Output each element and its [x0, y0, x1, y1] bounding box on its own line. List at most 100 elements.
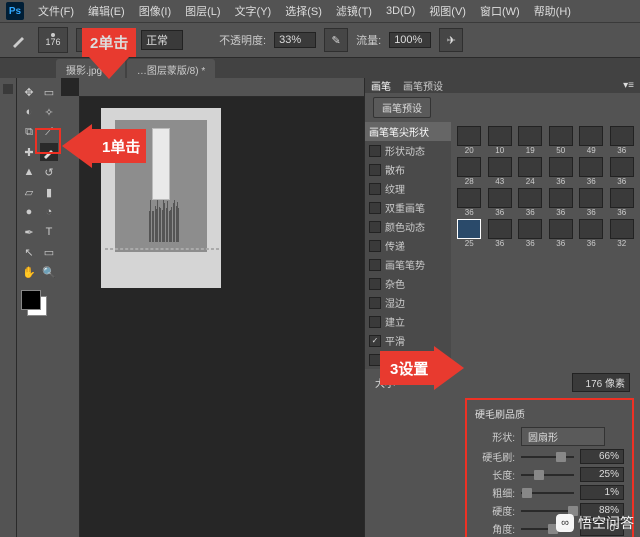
bristle-slider[interactable] — [521, 487, 574, 499]
brush-option-checkbox[interactable] — [369, 145, 381, 157]
dodge-tool[interactable]: ◔ — [40, 203, 58, 221]
brush-option-8[interactable]: 湿边 — [365, 293, 451, 312]
brush-tip[interactable]: 24 — [516, 157, 545, 186]
brush-tip-grid[interactable]: 2010195049362843243636363636363636362536… — [451, 122, 640, 369]
brush-tip[interactable]: 36 — [608, 188, 637, 217]
brush-tip[interactable]: 36 — [577, 219, 606, 248]
bristle-value[interactable]: 1% — [580, 485, 624, 500]
brush-tip[interactable]: 10 — [486, 126, 515, 155]
brush-option-checkbox[interactable] — [369, 316, 381, 328]
hand-tool[interactable]: ✋ — [20, 263, 38, 281]
brush-option-5[interactable]: 传递 — [365, 236, 451, 255]
zoom-tool[interactable]: 🔍 — [40, 263, 58, 281]
collapsed-panel-icon[interactable] — [3, 84, 13, 94]
brush-tip-shape-item[interactable]: 画笔笔尖形状 — [365, 122, 451, 141]
menu-3d[interactable]: 3D(D) — [380, 3, 421, 19]
blur-tool[interactable]: ● — [20, 203, 38, 221]
brush-option-9[interactable]: 建立 — [365, 312, 451, 331]
menu-layer[interactable]: 图层(L) — [179, 1, 226, 21]
menu-filter[interactable]: 滤镜(T) — [330, 1, 378, 21]
lasso-tool[interactable]: ◐ — [20, 103, 38, 121]
brush-option-checkbox[interactable] — [369, 259, 381, 271]
brush-tip[interactable]: 36 — [577, 188, 606, 217]
gradient-tool[interactable]: ▮ — [40, 183, 58, 201]
bristle-slider[interactable] — [521, 469, 574, 481]
brush-tip[interactable]: 19 — [516, 126, 545, 155]
brush-tip[interactable]: 36 — [547, 157, 576, 186]
brush-tip[interactable]: 36 — [486, 188, 515, 217]
brush-panel: 画笔 画笔预设 ▾≡ 画笔预设 画笔笔尖形状 形状动态散布纹理双重画笔颜色动态传… — [364, 78, 640, 537]
flow-value[interactable]: 100% — [389, 32, 431, 48]
brush-option-checkbox[interactable] — [369, 164, 381, 176]
app-logo: Ps — [6, 2, 24, 20]
brush-option-3[interactable]: 双重画笔 — [365, 198, 451, 217]
menu-view[interactable]: 视图(V) — [423, 1, 472, 21]
menu-window[interactable]: 窗口(W) — [474, 1, 526, 21]
menu-file[interactable]: 文件(F) — [32, 1, 80, 21]
brush-tip[interactable]: 50 — [547, 126, 576, 155]
brush-tip[interactable]: 43 — [486, 157, 515, 186]
pen-tool[interactable]: ✒ — [20, 223, 38, 241]
brush-option-checkbox[interactable] — [369, 221, 381, 233]
tab-brush[interactable]: 画笔 — [371, 78, 391, 93]
menu-image[interactable]: 图像(I) — [133, 1, 177, 21]
menu-select[interactable]: 选择(S) — [279, 1, 328, 21]
type-tool[interactable]: T — [40, 223, 58, 241]
brush-tip[interactable]: 32 — [608, 219, 637, 248]
wand-tool[interactable]: ✧ — [40, 103, 58, 121]
current-tool-icon[interactable] — [8, 29, 30, 51]
brush-tip[interactable]: 49 — [577, 126, 606, 155]
history-brush-tool[interactable]: ↺ — [40, 163, 58, 181]
panel-menu-icon[interactable]: ▾≡ — [623, 80, 634, 91]
bristle-value[interactable]: 25% — [580, 467, 624, 482]
brush-tip[interactable]: 36 — [608, 157, 637, 186]
tab-brush-presets[interactable]: 画笔预设 — [403, 78, 443, 93]
brush-tip[interactable]: 36 — [516, 219, 545, 248]
opacity-value[interactable]: 33% — [274, 32, 316, 48]
bristle-slider[interactable] — [521, 451, 574, 463]
brush-size-preview[interactable]: 176 — [38, 27, 68, 53]
brush-tip[interactable]: 25 — [455, 219, 484, 248]
brush-option-2[interactable]: 纹理 — [365, 179, 451, 198]
brush-tip[interactable]: 36 — [455, 188, 484, 217]
brush-option-7[interactable]: 杂色 — [365, 274, 451, 293]
brush-presets-button[interactable]: 画笔预设 — [373, 97, 431, 118]
brush-option-checkbox[interactable] — [369, 183, 381, 195]
brush-option-checkbox[interactable] — [369, 240, 381, 252]
brush-option-0[interactable]: 形状动态 — [365, 141, 451, 160]
brush-tip[interactable]: 36 — [547, 219, 576, 248]
brush-tip[interactable]: 20 — [455, 126, 484, 155]
brush-tip[interactable]: 36 — [516, 188, 545, 217]
path-tool[interactable]: ↖ — [20, 243, 38, 261]
brush-tip[interactable]: 28 — [455, 157, 484, 186]
brush-option-4[interactable]: 颜色动态 — [365, 217, 451, 236]
menu-edit[interactable]: 编辑(E) — [82, 1, 131, 21]
menu-type[interactable]: 文字(Y) — [229, 1, 278, 21]
brush-option-checkbox[interactable] — [369, 297, 381, 309]
brush-option-checkbox[interactable] — [369, 335, 381, 347]
stamp-tool[interactable]: ▲ — [20, 163, 38, 181]
brush-tip[interactable]: 36 — [547, 188, 576, 217]
color-swatch[interactable] — [19, 288, 49, 318]
brush-tip[interactable]: 36 — [577, 157, 606, 186]
brush-option-label: 画笔笔势 — [385, 257, 425, 272]
bristle-value[interactable]: 66% — [580, 449, 624, 464]
move-tool[interactable]: ✥ — [20, 83, 38, 101]
ruler-horizontal — [79, 78, 364, 97]
brush-option-1[interactable]: 散布 — [365, 160, 451, 179]
opacity-pressure-icon[interactable]: ✎ — [324, 28, 348, 52]
size-value[interactable]: 176 像素 — [572, 373, 630, 392]
eraser-tool[interactable]: ▱ — [20, 183, 38, 201]
marquee-tool[interactable]: ▭ — [40, 83, 58, 101]
brush-tip[interactable]: 36 — [486, 219, 515, 248]
shape-select[interactable]: 圆扇形 — [521, 427, 605, 446]
brush-tip[interactable]: 36 — [608, 126, 637, 155]
shape-tool[interactable]: ▭ — [40, 243, 58, 261]
mode-select[interactable]: 正常 — [141, 30, 183, 50]
brush-option-checkbox[interactable] — [369, 278, 381, 290]
airbrush-icon[interactable]: ✈ — [439, 28, 463, 52]
doc-tab-2[interactable]: …图层蒙版/8) * — [127, 59, 215, 80]
brush-option-checkbox[interactable] — [369, 202, 381, 214]
menu-help[interactable]: 帮助(H) — [528, 1, 577, 21]
brush-option-6[interactable]: 画笔笔势 — [365, 255, 451, 274]
